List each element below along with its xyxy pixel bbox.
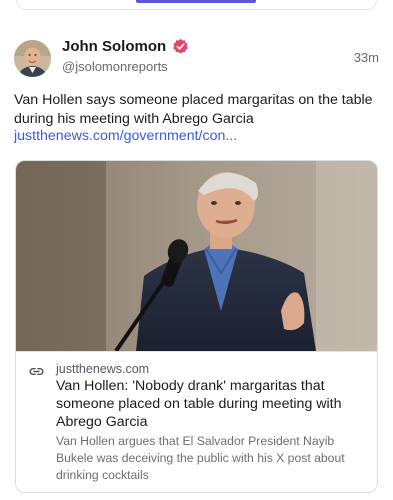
avatar-image [14,40,51,77]
author-handle[interactable]: @jsolomonreports [62,59,168,74]
link-preview-meta[interactable]: justthenews.com Van Hollen: 'Nobody dran… [16,351,377,492]
link-preview-description: Van Hollen argues that El Salvador Presi… [56,434,345,482]
link-preview-image[interactable] [16,161,378,351]
author-name[interactable]: John Solomon [62,38,166,55]
link-preview-title[interactable]: Van Hollen: 'Nobody drank' margaritas th… [56,377,366,431]
post-timestamp: 33m [353,50,379,65]
active-tab-indicator [136,0,256,3]
author-name-row[interactable]: John Solomon [62,38,189,55]
previous-post-edge [0,0,393,24]
verified-badge-icon [173,38,188,54]
author-avatar[interactable] [14,40,51,77]
post-text: Van Hollen says someone placed margarita… [14,92,373,127]
link-icon [29,367,44,376]
link-preview-domain: justthenews.com [56,362,150,376]
link-preview-card[interactable]: justthenews.com Van Hollen: 'Nobody dran… [15,160,378,493]
post-link[interactable]: justthenews.com/government/con... [14,128,237,144]
